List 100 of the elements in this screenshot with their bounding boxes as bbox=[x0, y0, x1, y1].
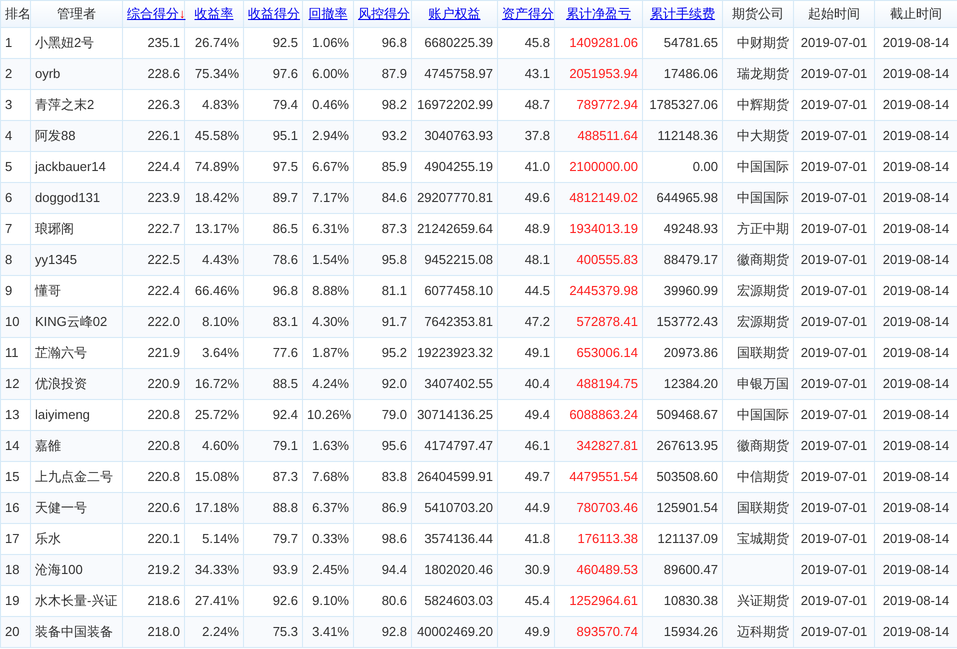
table-cell: 2019-07-01 bbox=[800, 624, 868, 640]
table-cell: 18.42% bbox=[194, 190, 239, 206]
table-cell: 176113.38 bbox=[578, 531, 638, 546]
table-cell: 97.5 bbox=[272, 159, 298, 174]
table-cell: 2019-07-01 bbox=[800, 500, 868, 516]
table-cell: 6088863.24 bbox=[569, 407, 638, 422]
table-cell: 92.6 bbox=[272, 593, 298, 608]
table-cell: 644965.98 bbox=[656, 190, 718, 206]
table-cell: 153772.43 bbox=[656, 314, 718, 330]
table-cell: 218.0 bbox=[147, 624, 180, 640]
table-cell: 8.88% bbox=[312, 283, 349, 298]
table-cell: 2019-08-14 bbox=[882, 252, 950, 268]
table-cell: 79.0 bbox=[382, 407, 407, 422]
table-cell: 39960.99 bbox=[664, 283, 718, 298]
table-cell: 2019-08-14 bbox=[882, 500, 950, 516]
table-cell: 2019-08-14 bbox=[882, 438, 950, 454]
table-cell: 74.89% bbox=[194, 159, 239, 174]
table-cell: 400555.83 bbox=[576, 252, 638, 268]
table-cell: 2019-07-01 bbox=[800, 376, 868, 392]
table-cell: 220.1 bbox=[147, 531, 180, 546]
table-cell: 89.7 bbox=[272, 190, 298, 206]
table-cell: 3.64% bbox=[202, 345, 239, 360]
table-cell: 95.1 bbox=[272, 128, 298, 144]
table-cell: 2019-08-14 bbox=[882, 190, 950, 206]
table-cell: 222.4 bbox=[147, 283, 180, 298]
table-cell: 21242659.64 bbox=[417, 221, 493, 236]
table-cell: 2019-08-14 bbox=[882, 66, 950, 82]
table-cell: 4.60% bbox=[202, 438, 239, 454]
table-cell: 2019-08-14 bbox=[882, 35, 950, 50]
table-cell: 2019-07-01 bbox=[800, 221, 868, 236]
table-cell: 琅琊阁 bbox=[35, 221, 74, 236]
table-cell: 41.8 bbox=[524, 531, 550, 546]
table-cell: 125901.54 bbox=[656, 500, 718, 516]
table-cell: 3 bbox=[5, 97, 12, 112]
table-cell: 徽商期货 bbox=[737, 438, 789, 454]
table-cell: 88.5 bbox=[272, 376, 298, 392]
table-cell: 2019-08-14 bbox=[882, 562, 950, 578]
table-cell: 41.0 bbox=[524, 159, 550, 174]
table-cell: 75.3 bbox=[272, 624, 298, 640]
table-cell: 893570.74 bbox=[576, 624, 638, 640]
table-cell: 218.6 bbox=[147, 593, 180, 608]
table-cell: 49248.93 bbox=[664, 221, 718, 236]
table-cell: 112148.36 bbox=[658, 128, 718, 144]
table-cell: 30714136.25 bbox=[417, 407, 493, 422]
table-cell: 2.45% bbox=[312, 562, 349, 578]
table-cell: 5 bbox=[5, 159, 12, 174]
table-cell: 12384.20 bbox=[664, 376, 718, 392]
table-cell: 2019-07-01 bbox=[800, 252, 868, 268]
table-cell: 3407402.55 bbox=[424, 376, 493, 392]
table-cell: 509468.67 bbox=[656, 407, 718, 422]
table-cell: 66.46% bbox=[194, 283, 239, 298]
table-cell: 7642353.81 bbox=[424, 314, 493, 330]
table-cell: doggod131 bbox=[35, 190, 100, 206]
table-cell: 75.34% bbox=[194, 66, 239, 82]
table-cell: 222.5 bbox=[147, 252, 180, 268]
table-cell: 49.1 bbox=[524, 345, 550, 360]
table-cell: 国联期货 bbox=[737, 345, 789, 360]
table-cell: 4745758.97 bbox=[424, 66, 493, 82]
table-cell: 219.2 bbox=[147, 562, 180, 578]
table-cell: 92.5 bbox=[272, 35, 298, 50]
table-cell: 6 bbox=[5, 190, 12, 206]
table-cell: 220.6 bbox=[147, 500, 180, 516]
table-cell: 申银万国 bbox=[737, 376, 789, 392]
table-cell: 789772.94 bbox=[576, 97, 638, 112]
table-cell: 2019-07-01 bbox=[800, 128, 868, 144]
table-cell: 45.58% bbox=[194, 128, 239, 144]
table-cell: 国联期货 bbox=[737, 500, 789, 516]
table-cell: 4174797.47 bbox=[424, 438, 493, 454]
table-cell: 19223923.32 bbox=[417, 345, 493, 360]
table-cell: 2 bbox=[5, 66, 12, 82]
table-cell: 9.10% bbox=[312, 593, 349, 608]
table-cell: 6680225.39 bbox=[424, 35, 493, 50]
table-cell: 2019-08-14 bbox=[882, 345, 950, 360]
table-cell: 0.00 bbox=[692, 159, 718, 174]
table-cell: 4904255.19 bbox=[424, 159, 493, 174]
table-cell: 83.1 bbox=[272, 314, 298, 330]
table-cell: 85.9 bbox=[382, 159, 407, 174]
table-cell: 2051953.94 bbox=[569, 66, 638, 82]
table-cell: 1.87% bbox=[312, 345, 349, 360]
table-cell: 12 bbox=[5, 376, 20, 392]
table-cell: 3574136.44 bbox=[424, 531, 493, 546]
table-cell: 228.6 bbox=[147, 66, 180, 82]
table-cell: 93.9 bbox=[272, 562, 298, 578]
table-cell: 优浪投资 bbox=[35, 376, 87, 392]
table-cell: 2019-08-14 bbox=[882, 128, 950, 144]
table-cell: 81.1 bbox=[382, 283, 407, 298]
table-cell: 48.9 bbox=[524, 221, 550, 236]
table-cell: 87.3 bbox=[272, 469, 298, 484]
table-cell: 13.17% bbox=[194, 221, 239, 236]
table-cell: jackbauer14 bbox=[35, 159, 106, 174]
table-cell: 中信期货 bbox=[737, 469, 789, 484]
table-cell: 1409281.06 bbox=[569, 35, 638, 50]
table-cell: 29207770.81 bbox=[417, 190, 493, 206]
table-cell: 7 bbox=[5, 221, 12, 236]
table-cell: 43.1 bbox=[524, 66, 550, 82]
table-cell: 121137.09 bbox=[658, 531, 718, 546]
table-cell: 49.7 bbox=[524, 469, 550, 484]
table-cell: 15 bbox=[5, 469, 20, 484]
table-cell: 221.9 bbox=[147, 345, 180, 360]
table-cell: 中国国际 bbox=[737, 159, 789, 174]
